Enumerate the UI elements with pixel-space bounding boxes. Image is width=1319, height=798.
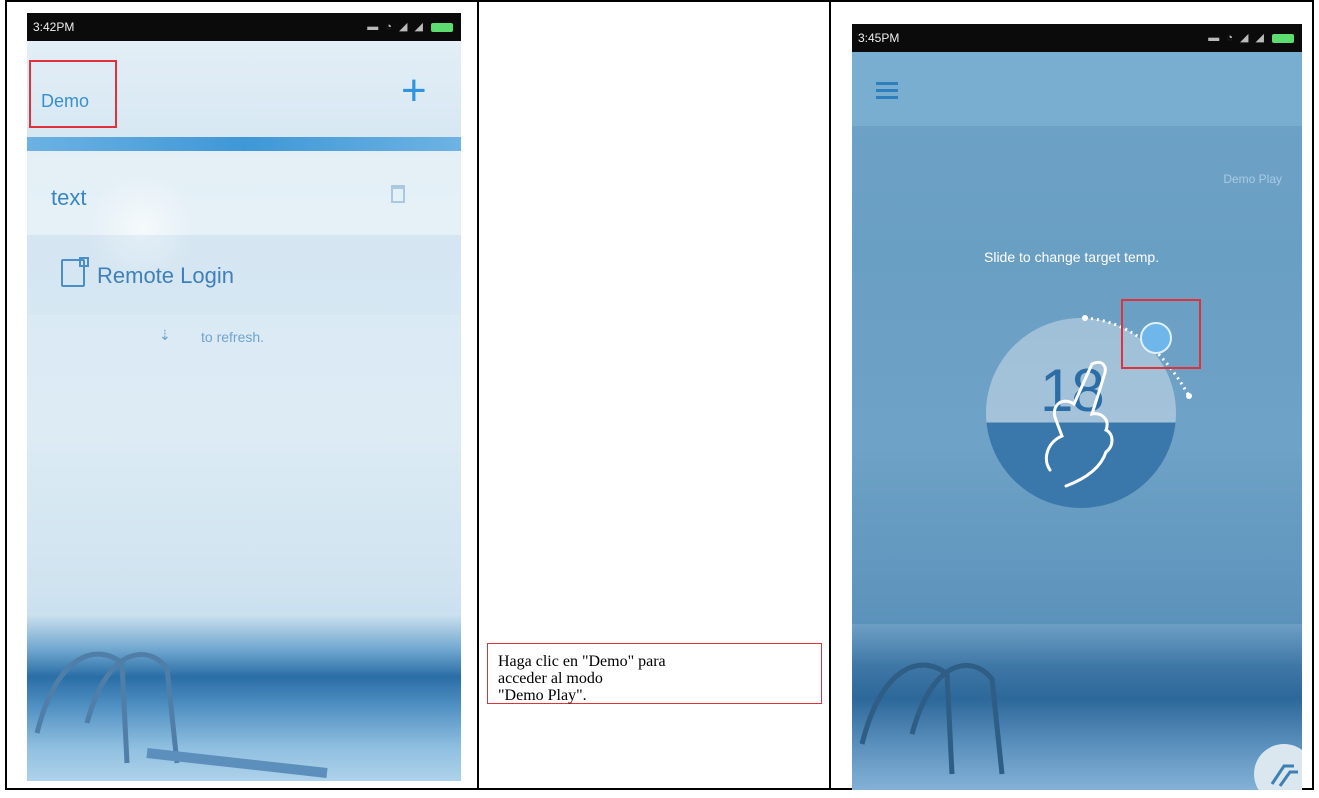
remote-login-icon <box>61 257 89 287</box>
slider-highlight-box <box>1121 299 1201 369</box>
hand-gesture-icon <box>1045 360 1114 488</box>
status-time: 3:42PM <box>33 20 75 34</box>
status-icons: ▬ ◔ ◢ ◢ <box>367 13 453 41</box>
battery-icon <box>431 22 453 32</box>
instruction-caption: Haga clic en "Demo" para acceder al modo… <box>487 643 822 704</box>
slide-hint: Slide to change target temp. <box>984 249 1160 265</box>
refresh-hint: to refresh. <box>201 329 265 345</box>
refresh-icon: ⇣ <box>159 327 171 343</box>
corner-icon <box>1270 764 1298 787</box>
battery-icon <box>1272 33 1294 43</box>
menu-icon[interactable] <box>876 82 898 103</box>
status-icons: ▬ ◔ ◢ ◢ <box>1208 24 1294 52</box>
mode-label: Demo Play <box>1223 172 1282 186</box>
phone-screen-home: 3:42PM ▬ ◔ ◢ ◢ Demo + text Remote Login … <box>27 13 461 781</box>
status-bar: 3:45PM ▬ ◔ ◢ ◢ <box>852 24 1302 52</box>
pool-ladder-image <box>859 662 1005 775</box>
column-divider <box>829 0 831 790</box>
status-time: 3:45PM <box>858 31 900 45</box>
demo-button[interactable]: Demo <box>41 91 89 112</box>
header-divider <box>27 137 461 151</box>
trash-icon[interactable] <box>391 185 405 203</box>
remote-login-row[interactable] <box>27 235 461 315</box>
remote-login-label: Remote Login <box>97 263 234 288</box>
pool-ladder-image <box>34 651 328 778</box>
add-icon[interactable]: + <box>401 69 427 113</box>
caption-line: Haga clic en "Demo" para <box>498 653 666 670</box>
caption-line: acceder al modo <box>498 670 603 687</box>
device-name: text <box>51 185 87 210</box>
phone-screen-demo: 3:45PM ▬ ◔ ◢ ◢ Demo Play Slide to change… <box>852 24 1302 790</box>
status-bar: 3:42PM ▬ ◔ ◢ ◢ <box>27 13 461 41</box>
column-divider <box>477 0 479 790</box>
caption-line: "Demo Play". <box>498 687 587 704</box>
header <box>852 52 1302 126</box>
